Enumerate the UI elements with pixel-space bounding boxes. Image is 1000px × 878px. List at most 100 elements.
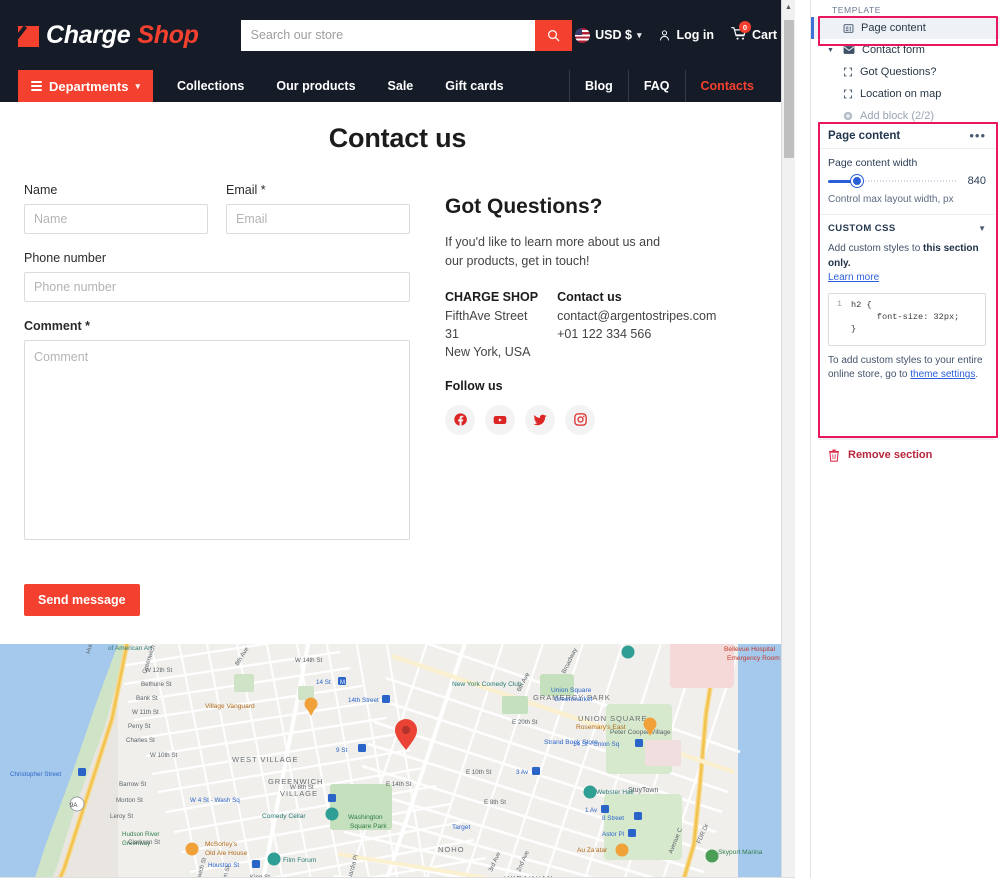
map-transit-14st: 14 St: [316, 679, 331, 686]
search-button[interactable]: [534, 19, 572, 51]
us-flag-icon: [575, 27, 591, 43]
twitter-link[interactable]: [525, 404, 555, 435]
instagram-link[interactable]: [565, 404, 595, 435]
chevron-down-icon: ▾: [135, 80, 140, 91]
tree-item-label: Got Questions?: [860, 66, 937, 78]
theme-settings-link[interactable]: theme settings: [910, 369, 975, 380]
phone-input[interactable]: [24, 272, 410, 302]
map-hood-west-village: WEST VILLAGE: [232, 755, 298, 764]
nav-item-blog[interactable]: Blog: [569, 70, 628, 102]
nav-item-faq[interactable]: FAQ: [627, 70, 685, 102]
cart-link[interactable]: 0 Cart: [731, 21, 777, 44]
chevron-down-icon[interactable]: ▼: [978, 224, 986, 233]
map-hood-ukrainian-1: UKRAINIAN: [504, 874, 553, 878]
contact-email[interactable]: contact@argentostripes.com: [557, 308, 716, 326]
preview-scrollbar[interactable]: ▲: [781, 0, 795, 877]
custom-css-editor[interactable]: 1 h2 { font-size: 32px; }: [828, 292, 986, 346]
theme-note-suffix: .: [975, 369, 979, 380]
search-bar[interactable]: [240, 19, 572, 51]
contact-title: Contact us: [557, 289, 622, 304]
cart-count-badge: 0: [738, 21, 751, 33]
address-line-3: New York, USA: [445, 344, 531, 359]
page-icon: [843, 23, 854, 33]
tree-toggle-icon[interactable]: ▼: [825, 47, 836, 54]
slider-handle[interactable]: [851, 175, 863, 187]
comment-textarea[interactable]: [24, 340, 410, 540]
map-poi-ny-comedy-club: New York Comedy Club: [452, 681, 522, 688]
learn-more-link[interactable]: Learn more: [828, 272, 879, 283]
name-label: Name: [24, 183, 58, 197]
instagram-icon: [573, 413, 587, 426]
page-content-width-slider[interactable]: [828, 175, 957, 187]
login-label: Log in: [676, 28, 714, 42]
address-column: CHARGE SHOP FifthAve Street 31 New York,…: [445, 289, 538, 362]
youtube-icon: [493, 415, 507, 424]
code-content[interactable]: h2 { font-size: 32px; }: [845, 294, 959, 345]
location-map[interactable]: .mlbl{font-family:"Liberation Sans",sans…: [0, 644, 795, 878]
map-street-w8: W 8th St: [290, 784, 314, 791]
tree-item-location-on-map[interactable]: Location on map: [811, 83, 1000, 105]
field-name: Name: [24, 183, 208, 234]
name-input[interactable]: [24, 204, 208, 234]
scroll-up-arrow[interactable]: ▲: [782, 0, 795, 14]
map-street-e20: E 20th St: [512, 719, 538, 726]
facebook-link[interactable]: [445, 404, 475, 435]
tree-item-contact-form[interactable]: ▼ Contact form: [811, 39, 1000, 61]
nav-item-gift-cards[interactable]: Gift cards: [429, 70, 519, 102]
envelope-icon: [843, 46, 855, 54]
nav-item-collections[interactable]: Collections: [161, 70, 260, 102]
tree-item-page-content[interactable]: Page content: [811, 17, 1000, 39]
plus-icon: [843, 111, 853, 121]
departments-button[interactable]: Departments ▾: [18, 70, 153, 102]
map-transit-christopher: Christopher Street: [10, 771, 61, 778]
map-poi-usq-2: Greenmarket: [554, 696, 593, 703]
send-message-button[interactable]: Send message: [24, 584, 140, 616]
logo-text-shop: Shop: [137, 20, 199, 49]
map-canvas: .mlbl{font-family:"Liberation Sans",sans…: [0, 644, 795, 878]
email-input[interactable]: [226, 204, 410, 234]
nav-item-sale[interactable]: Sale: [372, 70, 430, 102]
map-street-e8: E 8th St: [484, 799, 506, 806]
map-poi-mcsorleys-1: McSorley's: [205, 841, 238, 848]
map-poi-target: Target: [452, 824, 470, 831]
panel-title: Page content: [828, 130, 901, 142]
contact-form: Name Email * Phone number Comment: [24, 183, 410, 616]
map-transit-1av: 1 Av: [585, 807, 598, 814]
search-icon: [547, 29, 559, 41]
map-poi-emergency-1: Emergency Room: [727, 655, 780, 662]
map-hood-noho: NOHO: [438, 845, 464, 854]
field-phone: Phone number: [24, 251, 410, 302]
custom-css-setting: CUSTOM CSS ▼ Add custom styles to this s…: [819, 215, 995, 439]
map-street-leroy: Leroy St: [110, 813, 133, 820]
map-transit-8street: 8 Street: [602, 815, 624, 822]
store-logo[interactable]: Charge Shop: [18, 21, 199, 50]
map-street-w10: W 10th St: [150, 752, 177, 759]
width-value: 840: [967, 175, 986, 187]
youtube-link[interactable]: [485, 404, 515, 435]
store-navigation: Departments ▾ Collections Our products S…: [0, 70, 795, 102]
tree-item-got-questions[interactable]: Got Questions?: [811, 61, 1000, 83]
cart-icon-wrap: 0: [731, 21, 751, 44]
contact-phone[interactable]: +01 122 334 566: [557, 326, 716, 344]
store-header: ChargeShop USD $ ▾: [0, 0, 795, 70]
svg-text:9A: 9A: [70, 803, 77, 809]
nav-links-right: Blog FAQ Contacts: [569, 70, 795, 102]
map-poi-film-forum: Film Forum: [283, 857, 317, 864]
user-icon: [660, 29, 670, 41]
panel-menu-icon[interactable]: •••: [969, 129, 986, 142]
nav-item-contacts[interactable]: Contacts: [684, 70, 769, 102]
scrollbar-thumb[interactable]: [784, 20, 794, 158]
map-poi-comedy-cellar: Comedy Cellar: [262, 813, 306, 820]
nav-item-our-products[interactable]: Our products: [260, 70, 371, 102]
login-link[interactable]: Log in: [658, 28, 714, 42]
remove-section-button[interactable]: Remove section: [819, 438, 995, 471]
email-label: Email *: [226, 183, 266, 197]
store-preview-frame: ChargeShop USD $ ▾: [0, 0, 795, 878]
custom-css-header[interactable]: CUSTOM CSS ▼: [828, 223, 986, 234]
map-poi-usq-1: Union Square: [551, 687, 592, 694]
svg-text:M: M: [340, 680, 345, 686]
map-street-perry: Perry St: [128, 723, 151, 730]
currency-selector[interactable]: USD $ ▾: [575, 27, 642, 43]
search-input[interactable]: [240, 19, 535, 51]
chevron-down-icon: ▾: [636, 29, 642, 40]
